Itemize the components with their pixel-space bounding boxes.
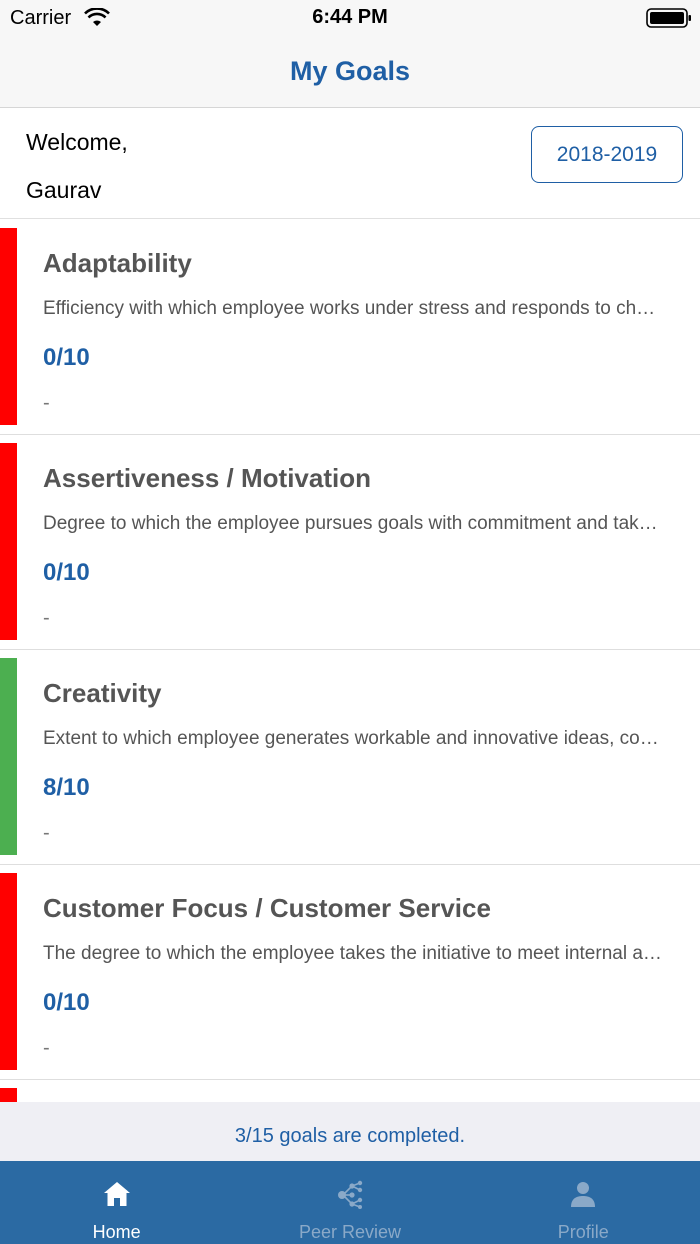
network-icon	[337, 1180, 363, 1209]
status-bar: Carrier 6:44 PM	[0, 0, 700, 38]
tab-peer-review[interactable]: Peer Review	[233, 1161, 466, 1244]
goal-card[interactable]: Adaptability Efficiency with which emplo…	[0, 220, 700, 435]
goal-card[interactable]	[0, 1080, 700, 1102]
goal-comment: -	[43, 822, 50, 844]
goal-comment: -	[43, 607, 50, 629]
tab-peer-review-label: Peer Review	[298, 1222, 402, 1242]
goal-description: Extent to which employee generates worka…	[43, 728, 659, 749]
goal-title: Customer Focus / Customer Service	[43, 893, 491, 923]
completion-summary: 3/15 goals are completed.	[0, 1102, 700, 1161]
navigation-bar: My Goals	[0, 38, 700, 108]
goal-score: 0/10	[43, 559, 90, 586]
goal-description: Degree to which the employee pursues goa…	[43, 513, 658, 534]
page-title: My Goals	[289, 56, 411, 86]
clock: 6:44 PM	[312, 6, 388, 28]
tab-bar: Home Peer Review Profile	[0, 1161, 700, 1244]
goal-score: 0/10	[43, 344, 90, 371]
welcome-header: Welcome, Gaurav 2018-2019	[0, 109, 700, 219]
goal-description: The degree to which the employee takes t…	[43, 943, 662, 964]
person-icon	[571, 1182, 596, 1207]
goal-status-bar	[0, 228, 17, 425]
goal-title: Adaptability	[43, 248, 192, 278]
goal-status-bar	[0, 658, 17, 855]
home-icon	[103, 1182, 130, 1206]
goal-card[interactable]: Customer Focus / Customer Service The de…	[0, 865, 700, 1080]
goal-card[interactable]: Assertiveness / Motivation Degree to whi…	[0, 435, 700, 650]
goal-card[interactable]: Creativity Extent to which employee gene…	[0, 650, 700, 865]
completion-summary-text: 3/15 goals are completed.	[234, 1125, 466, 1147]
goal-title: Creativity	[43, 678, 162, 708]
goal-comment: -	[43, 392, 50, 414]
goal-score: 8/10	[43, 774, 90, 801]
goal-list[interactable]: Adaptability Efficiency with which emplo…	[0, 220, 700, 1102]
goal-title: Assertiveness / Motivation	[43, 463, 371, 493]
tab-home[interactable]: Home	[0, 1161, 233, 1244]
goal-description: Efficiency with which employee works und…	[43, 298, 656, 319]
goal-comment: -	[43, 1037, 50, 1059]
tab-profile[interactable]: Profile	[467, 1161, 700, 1244]
battery-icon	[646, 8, 691, 28]
year-selector-button[interactable]: 2018-2019	[531, 126, 683, 183]
goal-status-bar	[0, 443, 17, 640]
tab-profile-label: Profile	[557, 1222, 609, 1242]
welcome-label: Welcome,	[26, 129, 128, 155]
user-name: Gaurav	[26, 177, 102, 203]
tab-home-label: Home	[92, 1222, 141, 1242]
goal-score: 0/10	[43, 989, 90, 1016]
goal-status-bar	[0, 1088, 17, 1102]
goal-status-bar	[0, 873, 17, 1070]
